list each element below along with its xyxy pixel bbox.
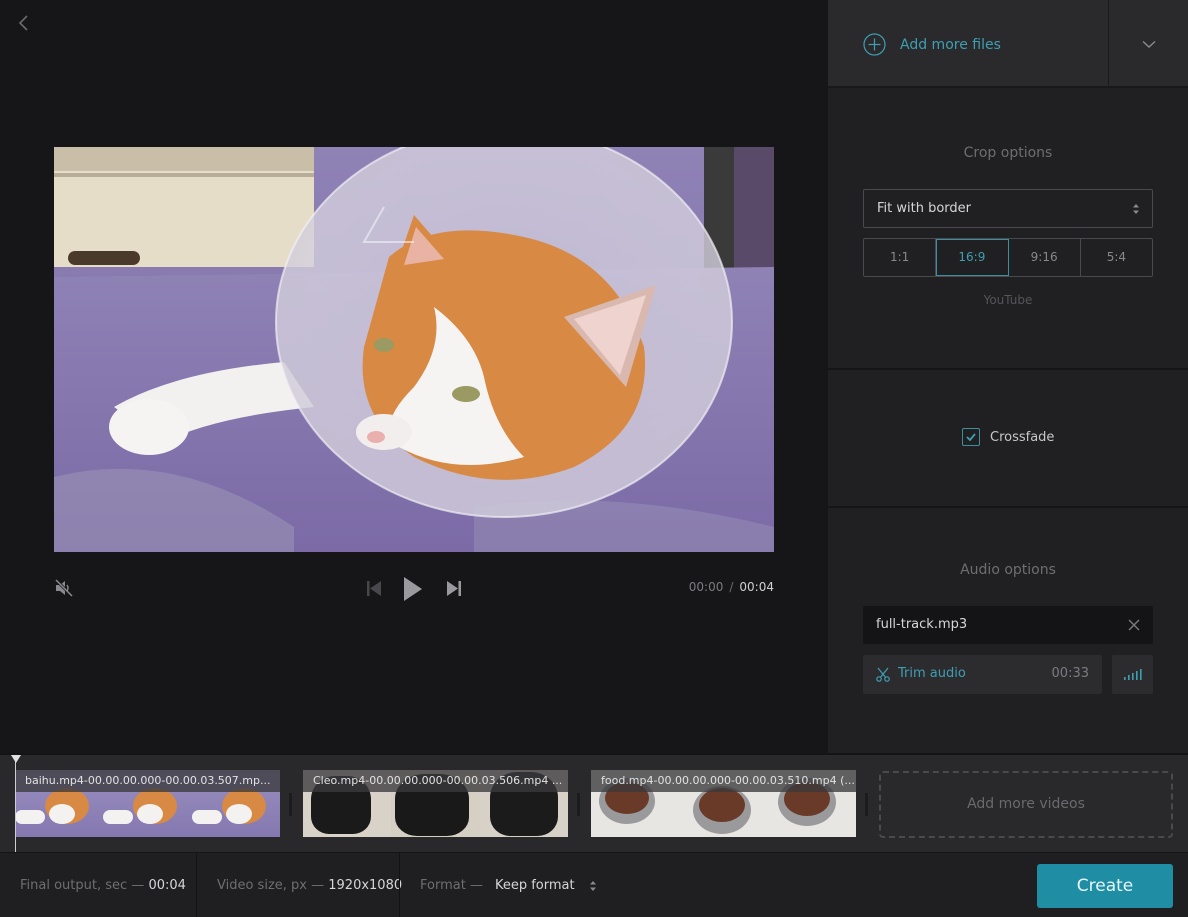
video-preview-image (54, 147, 774, 552)
ratio-1-1[interactable]: 1:1 (864, 239, 937, 276)
audio-file: full-track.mp3 (863, 606, 1153, 644)
audio-duration: 00:33 (1051, 666, 1089, 681)
time-separator: / (729, 580, 734, 594)
play-icon (404, 577, 422, 601)
playhead-line[interactable] (15, 755, 16, 854)
previous-button[interactable] (366, 580, 382, 597)
play-button[interactable] (403, 576, 423, 602)
trim-audio-label: Trim audio (898, 666, 966, 681)
format-value: Keep format (494, 878, 575, 893)
divider (399, 853, 400, 917)
crossfade-section: Crossfade (828, 370, 1188, 508)
timeline: baihu.mp4-00.00.00.000-00.00.03.507.mp..… (0, 753, 1188, 854)
trim-audio-button[interactable]: Trim audio 00:33 (863, 655, 1102, 694)
format-label: Format — (420, 878, 483, 893)
select-arrows-icon (1133, 204, 1139, 214)
chevron-left-icon (18, 15, 28, 31)
volume-button[interactable] (1112, 655, 1153, 694)
format-select[interactable]: Format — Keep format (420, 853, 597, 917)
crossfade-label: Crossfade (990, 429, 1055, 445)
add-files-dropdown-button[interactable] (1109, 0, 1188, 88)
video-merger-app: 00:00/00:04 Add more files Crop options … (0, 0, 1188, 917)
final-output-value: 00:04 (148, 878, 186, 893)
crop-options-section: Crop options Fit with border 1:1 16:9 9:… (828, 90, 1188, 370)
video-size-info: Video size, px — 1920x1080 (217, 853, 402, 917)
bottom-bar: Final output, sec — 00:04 Video size, px… (0, 852, 1188, 917)
total-time: 00:04 (739, 580, 774, 594)
final-output-label: Final output, sec — (20, 878, 145, 893)
player-controls: 00:00 / 00:04 (54, 572, 774, 606)
crop-mode-select[interactable]: Fit with border (863, 189, 1153, 228)
add-more-videos-button[interactable]: Add more videos (879, 771, 1173, 838)
aspect-ratio-group: 1:1 16:9 9:16 5:4 (863, 238, 1153, 277)
mute-button[interactable] (54, 578, 74, 598)
checkbox[interactable] (962, 428, 980, 446)
crop-options-title: Crop options (963, 145, 1053, 161)
timeline-clip[interactable]: Cleo.mp4-00.00.00.000-00.00.03.506.mp4 .… (303, 770, 568, 837)
ratio-16-9[interactable]: 16:9 (936, 239, 1009, 276)
clip-title: food.mp4-00.00.00.000-00.00.03.510.mp4 (… (591, 770, 856, 792)
clip-gap-handle[interactable] (577, 793, 580, 816)
timeline-clip[interactable]: food.mp4-00.00.00.000-00.00.03.510.mp4 (… (591, 770, 856, 837)
audio-options-title: Audio options (960, 562, 1056, 578)
create-button[interactable]: Create (1037, 864, 1173, 908)
clip-gap-handle[interactable] (289, 793, 292, 816)
clip-gap-handle[interactable] (865, 793, 868, 816)
skip-previous-icon (367, 581, 381, 596)
preview-area: 00:00 / 00:04 (0, 0, 828, 753)
volume-bars-icon (1124, 669, 1142, 680)
ratio-hint: YouTube (983, 293, 1033, 307)
time-display: 00:00 / 00:04 (689, 580, 774, 594)
select-arrows-icon (589, 880, 596, 891)
divider (196, 853, 197, 917)
add-more-files-label: Add more files (900, 36, 1001, 53)
checkmark-icon (966, 433, 976, 441)
current-time: 00:00 (688, 580, 724, 594)
speaker-muted-icon (54, 578, 74, 598)
final-output-info: Final output, sec — 00:04 (20, 853, 186, 917)
crop-mode-value: Fit with border (877, 201, 972, 216)
add-files-bar: Add more files (828, 0, 1188, 88)
ratio-5-4[interactable]: 5:4 (1081, 239, 1152, 276)
timeline-clip[interactable]: baihu.mp4-00.00.00.000-00.00.03.507.mp..… (15, 770, 280, 837)
add-more-files-button[interactable]: Add more files (863, 33, 1001, 56)
clip-title: baihu.mp4-00.00.00.000-00.00.03.507.mp..… (15, 770, 280, 792)
ratio-9-16[interactable]: 9:16 (1009, 239, 1081, 276)
crossfade-checkbox[interactable]: Crossfade (962, 428, 1054, 446)
skip-next-icon (447, 581, 461, 596)
back-button[interactable] (14, 12, 34, 34)
side-panel: Add more files Crop options Fit with bor… (828, 0, 1188, 753)
playhead-handle[interactable] (11, 755, 21, 763)
video-size-label: Video size, px — (217, 878, 325, 893)
chevron-down-icon (1142, 40, 1156, 48)
close-icon[interactable] (1127, 618, 1141, 632)
plus-circle-icon (863, 33, 886, 56)
video-size-value: 1920x1080 (328, 878, 403, 893)
audio-options-section: Audio options full-track.mp3 Trim audio … (828, 508, 1188, 753)
audio-file-name: full-track.mp3 (876, 617, 968, 632)
next-button[interactable] (446, 580, 462, 597)
scissors-icon (876, 667, 890, 682)
clip-title: Cleo.mp4-00.00.00.000-00.00.03.506.mp4 .… (303, 770, 568, 792)
video-preview[interactable] (54, 147, 774, 552)
